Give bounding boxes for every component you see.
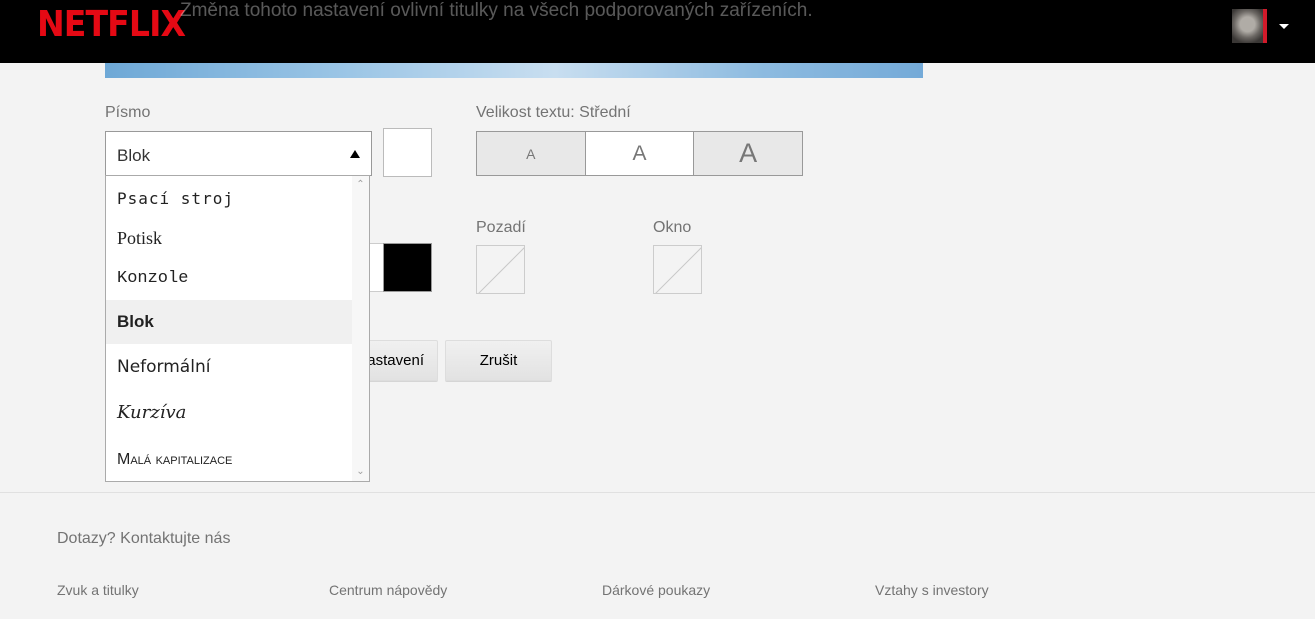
font-option-typewriter[interactable]: Psací stroj [106, 176, 353, 220]
font-label: Písmo [105, 104, 151, 121]
chevron-down-icon[interactable]: ⌄ [352, 465, 369, 479]
font-select[interactable]: Blok [105, 131, 372, 176]
subtitle-preview-image [105, 63, 923, 78]
footer-link-help-center[interactable]: Centrum nápovědy [329, 582, 447, 598]
subtitle-preview-text: Změna tohoto nastavení ovlivní titulky n… [180, 0, 813, 21]
caret-down-icon[interactable] [1279, 24, 1289, 29]
transparent-slash-icon [478, 247, 524, 293]
font-option-console[interactable]: Konzole [106, 256, 353, 300]
size-small-button[interactable]: A [477, 132, 586, 175]
font-color-swatch[interactable] [383, 128, 432, 177]
font-option-block[interactable]: Blok [106, 300, 353, 344]
font-dropdown-list: Psací stroj Potisk Konzole Blok Neformál… [105, 175, 370, 482]
footer-link-audio-subtitles[interactable]: Zvuk a titulky [57, 582, 139, 598]
transparent-slash-icon [655, 247, 701, 293]
window-label: Okno [653, 219, 692, 236]
text-size-selector: A A A [476, 131, 803, 176]
font-select-value: Blok [117, 146, 151, 165]
footer: Dotazy? Kontaktujte nás Zvuk a titulky C… [0, 492, 1315, 619]
font-option-casual[interactable]: Neformální [106, 345, 353, 389]
window-transparent-swatch[interactable] [653, 245, 702, 294]
cancel-button[interactable]: Zrušit [445, 340, 552, 381]
size-large-button[interactable]: A [694, 132, 803, 175]
size-medium-button[interactable]: A [585, 132, 695, 175]
top-nav: NETFLIX Změna tohoto nastavení ovlivní t… [0, 0, 1315, 63]
font-option-print[interactable]: Potisk [106, 216, 353, 260]
profile-avatar[interactable] [1232, 9, 1267, 43]
triangle-up-icon [350, 150, 360, 158]
background-label: Pozadí [476, 219, 526, 236]
font-option-cursive[interactable]: Kurzíva [106, 390, 353, 434]
background-transparent-swatch[interactable] [476, 245, 525, 294]
dropdown-scrollbar[interactable]: ⌃ ⌄ [352, 176, 369, 481]
footer-link-gift-cards[interactable]: Dárkové poukazy [602, 582, 710, 598]
text-size-label: Velikost textu: Střední [476, 104, 631, 121]
shadow-color-swatch[interactable] [383, 243, 432, 292]
netflix-logo[interactable]: NETFLIX [37, 4, 186, 45]
font-option-small-caps[interactable]: Malá kapitalizace [106, 438, 353, 481]
chevron-up-icon[interactable]: ⌃ [352, 178, 369, 192]
contact-link[interactable]: Dotazy? Kontaktujte nás [57, 530, 230, 548]
footer-link-investor-relations[interactable]: Vztahy s investory [875, 582, 989, 598]
